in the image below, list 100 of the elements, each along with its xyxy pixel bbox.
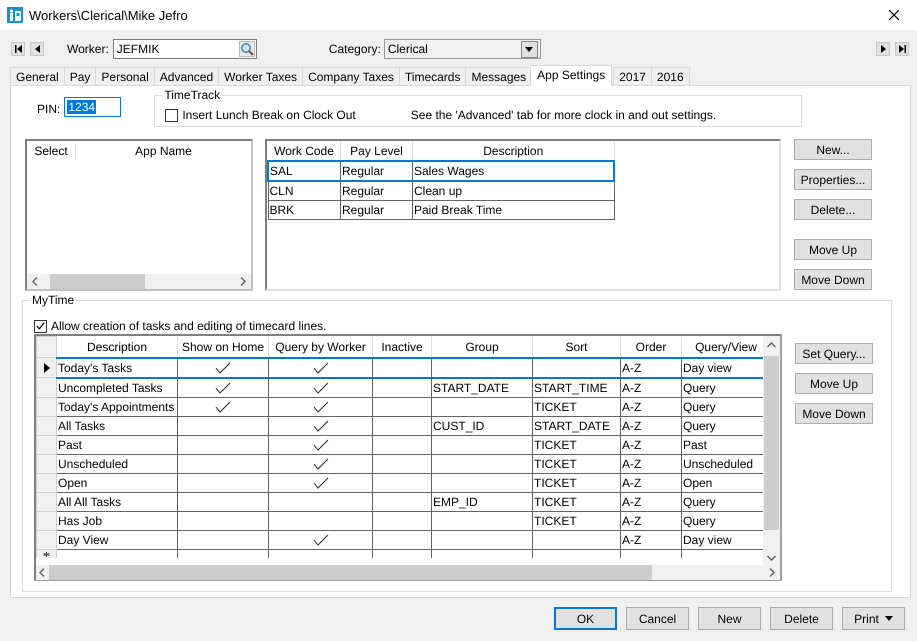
row-header[interactable] <box>36 358 56 378</box>
info-text: See the 'Advanced' tab for more clock in and out settings. <box>410 108 716 122</box>
dropdown-arrow-icon <box>884 616 893 621</box>
first-icon <box>14 45 22 53</box>
button[interactable]: Move Up <box>794 239 872 260</box>
table-row[interactable]: BRK Regular Paid Break Time <box>268 200 614 220</box>
vertical-scrollbar[interactable] <box>763 336 780 565</box>
column-header: Inactive <box>372 336 432 358</box>
table-cell: Unscheduled <box>56 454 178 473</box>
scroll-right-icon <box>240 277 246 286</box>
table-cell: Clean up <box>412 181 614 200</box>
button[interactable]: Cancel <box>626 607 689 630</box>
column-header: Group <box>432 336 532 358</box>
table-cell: A-Z <box>620 397 682 416</box>
column-header: Work Code <box>268 141 340 161</box>
next-button[interactable] <box>876 42 890 56</box>
table-cell: Past <box>56 435 178 454</box>
button[interactable]: Move Down <box>794 269 872 290</box>
column-header: Select <box>27 144 76 158</box>
close-icon <box>889 10 899 20</box>
button[interactable]: Move Down <box>795 403 873 424</box>
checkbox-label: Allow creation of tasks and editing of timecard lines. <box>51 319 326 333</box>
button[interactable]: OK <box>554 607 617 630</box>
table-cell: BRK <box>268 200 340 220</box>
table-cell: TICKET <box>532 435 620 454</box>
table-cell: CLN <box>268 181 340 200</box>
table-cell: Paid Break Time <box>412 200 614 220</box>
app-icon <box>7 7 23 23</box>
tab[interactable]: Pay <box>64 67 96 85</box>
next-icon <box>880 45 886 53</box>
first-button[interactable] <box>11 42 25 56</box>
scroll-left-icon <box>32 277 38 286</box>
table-cell: START_TIME <box>532 378 620 397</box>
table-cell: Sales Wages <box>412 161 614 181</box>
column-header: Show on Home <box>178 336 268 358</box>
button[interactable]: Delete... <box>794 199 872 220</box>
category-dropdown[interactable]: Clerical <box>384 39 541 59</box>
button[interactable]: New... <box>794 139 872 160</box>
table-cell: A-Z <box>620 378 682 397</box>
table-cell: Open <box>56 473 178 492</box>
checkbox[interactable] <box>34 320 47 332</box>
table-row[interactable]: CLN Regular Clean up <box>268 181 614 200</box>
category-label: Category: <box>328 42 381 56</box>
checkbox-label: Insert Lunch Break on Clock Out <box>182 108 356 122</box>
row-header <box>36 336 56 358</box>
table-row[interactable]: SAL Regular Sales Wages <box>268 161 614 181</box>
window-title: Workers\Clerical\Mike Jefro <box>29 8 188 22</box>
tab[interactable]: Company Taxes <box>302 67 400 85</box>
tab[interactable]: Messages <box>465 67 532 85</box>
button[interactable]: Move Up <box>795 373 873 394</box>
table-cell: SAL <box>268 161 340 181</box>
dropdown-arrow-icon <box>525 46 534 52</box>
checkbox[interactable] <box>165 108 178 122</box>
worker-field[interactable]: JEFMIK <box>112 39 257 59</box>
new-row-icon <box>43 552 50 557</box>
last-button[interactable] <box>895 42 909 56</box>
horizontal-scrollbar[interactable] <box>36 565 780 580</box>
table-cell: A-Z <box>620 435 682 454</box>
scroll-left-icon <box>39 568 45 577</box>
tab[interactable]: General <box>10 67 65 85</box>
pin-label: PIN: <box>37 102 60 116</box>
group-title: MyTime <box>30 293 76 307</box>
table-cell: Regular <box>340 161 412 181</box>
scroll-down-icon <box>767 555 776 561</box>
column-header: Sort <box>532 336 620 358</box>
last-icon <box>898 45 906 53</box>
button[interactable]: Set Query... <box>795 343 873 364</box>
button[interactable]: Delete <box>770 607 833 630</box>
column-header: Pay Level <box>340 141 412 161</box>
table-cell: Has Job <box>56 511 178 530</box>
button[interactable]: New <box>698 607 761 630</box>
print-menu-button[interactable]: Print <box>842 607 905 630</box>
column-header: Query by Worker <box>268 336 372 358</box>
table-cell: Uncompleted Tasks <box>56 378 178 397</box>
pin-field[interactable]: 1234 <box>64 97 122 117</box>
table-cell: A-Z <box>620 511 682 530</box>
table-cell: TICKET <box>532 511 620 530</box>
table-cell: A-Z <box>620 454 682 473</box>
scroll-right-icon <box>769 568 775 577</box>
table-cell: TICKET <box>532 397 620 416</box>
horizontal-scrollbar[interactable] <box>27 274 251 289</box>
column-header: Order <box>620 336 682 358</box>
worker-label: Worker: <box>67 42 109 56</box>
table-cell: Today's Appointments <box>56 397 178 416</box>
table-cell: A-Z <box>620 492 682 511</box>
table-cell: START_DATE <box>432 378 532 397</box>
table-cell: Day View <box>56 530 178 549</box>
previous-button[interactable] <box>30 42 44 56</box>
search-button[interactable] <box>238 41 255 57</box>
button[interactable]: Properties... <box>794 169 872 190</box>
group-title: TimeTrack <box>162 88 222 102</box>
table-row[interactable]: Today's Tasks A-Z Day view <box>36 358 763 378</box>
scroll-up-icon <box>767 342 776 348</box>
tab[interactable]: 2016 <box>650 67 690 85</box>
table-cell: TICKET <box>532 492 620 511</box>
tab[interactable]: App Settings <box>530 65 612 86</box>
table-cell: CUST_ID <box>432 416 532 435</box>
tab[interactable]: 2017 <box>613 67 652 85</box>
table-cell: A-Z <box>620 358 682 378</box>
table-cell: All All Tasks <box>56 492 178 511</box>
